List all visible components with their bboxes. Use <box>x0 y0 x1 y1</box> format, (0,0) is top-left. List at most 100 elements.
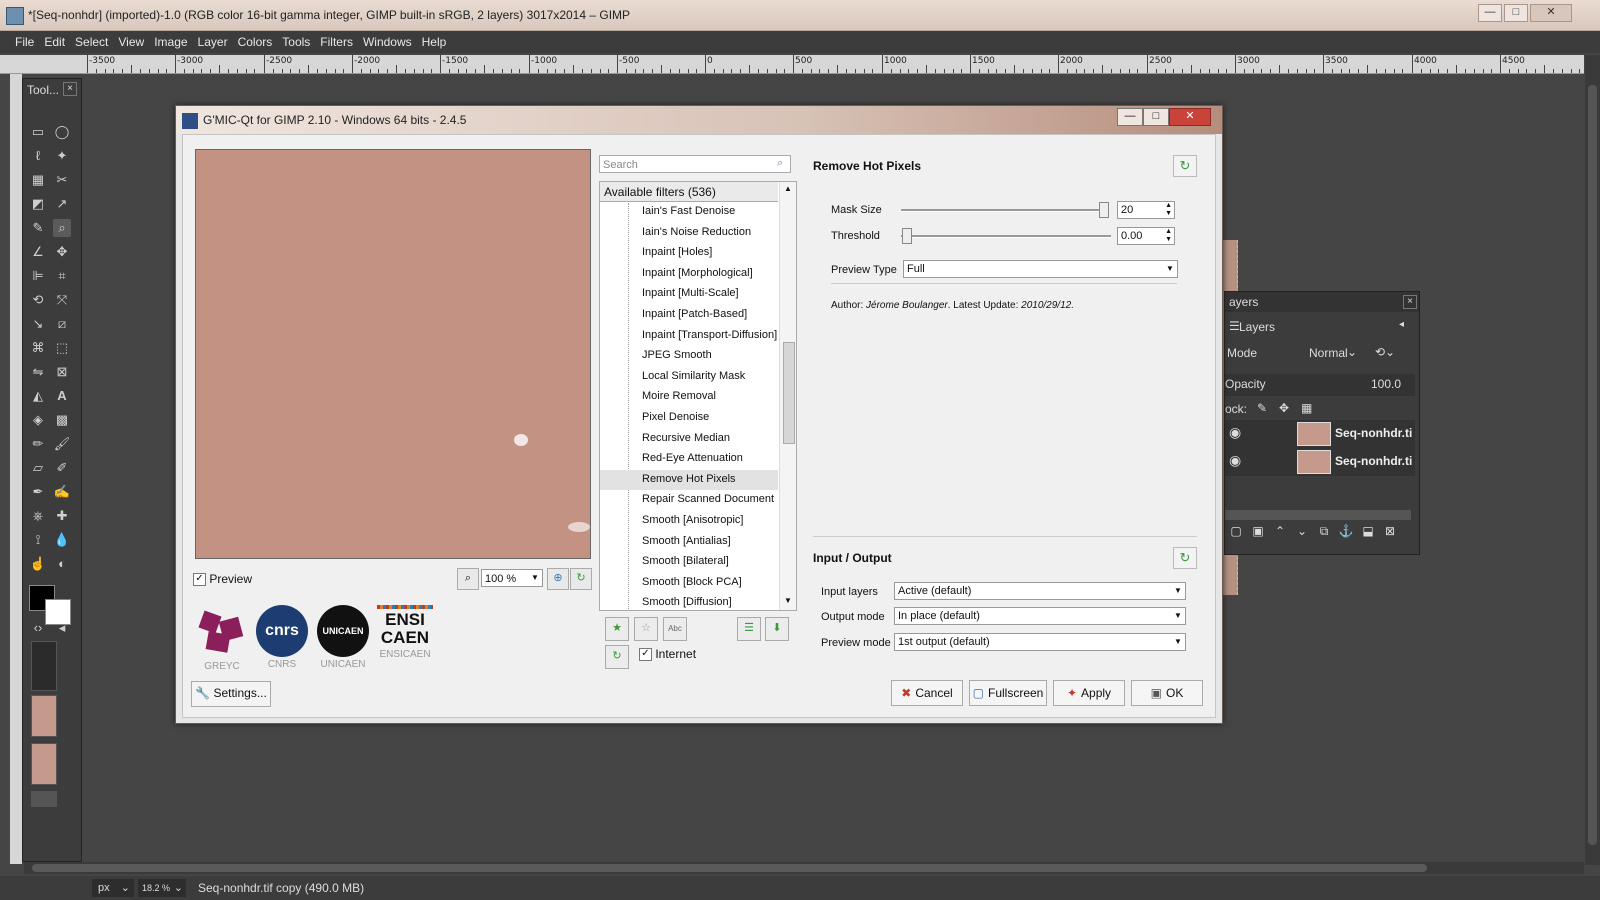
new-layer-icon[interactable]: ▢ <box>1225 524 1247 538</box>
raise-layer-icon[interactable]: ⌃ <box>1269 524 1291 538</box>
paintbrush-icon[interactable]: 🖌 <box>53 435 71 453</box>
threshold-spinbox[interactable]: 0.00 ▲ ▼ <box>1117 227 1175 245</box>
duplicate-layer-icon[interactable]: ⧉ <box>1313 524 1335 539</box>
filter-list-item[interactable]: Inpaint [Holes] <box>642 246 712 258</box>
cage-transform-icon[interactable]: ⌘ <box>29 339 47 357</box>
filter-list-item[interactable]: Smooth [Antialias] <box>642 535 731 547</box>
gradient-icon[interactable]: ▩ <box>53 411 71 429</box>
opacity-row[interactable]: Opacity 100.0 <box>1225 374 1415 396</box>
menu-filters[interactable]: Filters <box>315 31 358 49</box>
menu-select[interactable]: Select <box>70 31 113 49</box>
dock-menu-icon[interactable]: ◂ <box>1399 319 1404 330</box>
zoom-level-select[interactable]: 18.2 % ⌄ <box>138 879 186 897</box>
smudge-icon[interactable]: ☝ <box>29 555 47 573</box>
clone-icon[interactable]: ⎈ <box>29 507 47 525</box>
layer-row[interactable]: ◉ Seq-nonhdr.ti <box>1225 420 1415 448</box>
image-well[interactable] <box>31 791 57 807</box>
lock-position-icon[interactable]: ✥ <box>1279 401 1289 415</box>
layers-dock-close-icon[interactable]: × <box>1403 295 1417 309</box>
filter-list-item[interactable]: Iain's Fast Denoise <box>642 205 735 217</box>
zoom-in-icon[interactable]: ⊕ <box>547 568 569 590</box>
gmic-maximize-button[interactable]: □ <box>1143 108 1169 126</box>
lower-layer-icon[interactable]: ⌄ <box>1291 524 1313 538</box>
threshold-slider-handle[interactable] <box>902 228 912 244</box>
menu-image[interactable]: Image <box>149 31 192 49</box>
lock-alpha-icon[interactable]: ▦ <box>1301 401 1312 415</box>
opacity-value[interactable]: 100.0 <box>1371 377 1401 391</box>
threshold-slider[interactable] <box>901 235 1111 238</box>
visibility-eye-icon[interactable]: ◉ <box>1229 424 1249 441</box>
layer-name[interactable]: Seq-nonhdr.ti <box>1335 426 1412 440</box>
gmic-minimize-button[interactable]: — <box>1117 108 1143 126</box>
code-icon[interactable]: ‹› <box>29 619 47 637</box>
filter-list-item[interactable]: JPEG Smooth <box>642 349 712 361</box>
spin-arrows-icon[interactable]: ▲ ▼ <box>1165 202 1172 218</box>
add-favorite-icon[interactable]: ★ <box>605 617 629 641</box>
filter-list-item[interactable]: Smooth [Diffusion] <box>642 596 732 608</box>
filter-list-item[interactable]: Inpaint [Patch-Based] <box>642 308 747 320</box>
remove-favorite-icon[interactable]: ☆ <box>634 617 658 641</box>
gradient-well[interactable] <box>31 743 57 785</box>
flip-icon[interactable]: ⇋ <box>29 363 47 381</box>
toolbox-close-icon[interactable]: × <box>63 82 77 96</box>
mask-size-slider-handle[interactable] <box>1099 202 1109 218</box>
shear-icon[interactable]: ⧄ <box>53 315 71 333</box>
ellipse-select-icon[interactable]: ◯ <box>53 123 71 141</box>
filter-list-item[interactable]: Red-Eye Attenuation <box>642 452 743 464</box>
internet-checkbox[interactable]: ✓ Internet <box>639 647 696 662</box>
layer-row[interactable]: ◉ Seq-nonhdr.ti <box>1225 448 1415 476</box>
brush-well[interactable] <box>31 641 57 691</box>
menu-edit[interactable]: Edit <box>39 31 70 49</box>
filter-list-item[interactable]: Smooth [Bilateral] <box>642 555 729 567</box>
reset-params-icon[interactable]: ↻ <box>1173 155 1197 177</box>
bucket-fill-icon[interactable]: ◭ <box>29 387 47 405</box>
preview-type-select[interactable]: Full ▼ <box>903 260 1178 278</box>
settings-button[interactable]: 🔧 Settings... <box>191 681 271 707</box>
select-by-color-icon[interactable]: ▦ <box>29 171 47 189</box>
vertical-scrollbar[interactable] <box>1585 55 1600 865</box>
foreground-select-icon[interactable]: ◩ <box>29 195 47 213</box>
fuzzy-select-icon[interactable]: ✦ <box>53 147 71 165</box>
lock-pixels-icon[interactable]: ✎ <box>1257 401 1267 415</box>
filter-list-item[interactable]: Iain's Noise Reduction <box>642 226 751 238</box>
filter-list-item[interactable]: Moire Removal <box>642 390 716 402</box>
cancel-button[interactable]: ✖ Cancel <box>891 680 963 706</box>
filter-search-input[interactable]: Search <box>599 155 791 173</box>
dock-menu-icon[interactable]: ◂ <box>53 619 71 637</box>
output-mode-select[interactable]: In place (default) ▼ <box>894 607 1186 625</box>
horizontal-scroll-thumb[interactable] <box>32 864 1427 872</box>
vertical-ruler[interactable] <box>10 74 22 864</box>
scale-icon[interactable]: ⊠ <box>53 363 71 381</box>
checkbox-icon[interactable]: ✓ <box>193 573 206 587</box>
menu-help[interactable]: Help <box>417 31 452 49</box>
filter-list-item[interactable]: Repair Scanned Document <box>642 493 774 505</box>
zoom-icon[interactable]: ⌕ <box>53 219 71 237</box>
menu-view[interactable]: View <box>113 31 149 49</box>
layer-name[interactable]: Seq-nonhdr.ti <box>1335 454 1412 468</box>
preview-mode-select[interactable]: 1st output (default) ▼ <box>894 633 1186 651</box>
filters-header[interactable]: Available filters (536) <box>600 182 778 202</box>
new-group-icon[interactable]: ▣ <box>1247 524 1269 538</box>
horizontal-scrollbar[interactable] <box>24 862 1584 874</box>
maximize-button[interactable]: □ <box>1504 4 1528 22</box>
blur-icon[interactable]: 💧 <box>53 531 71 549</box>
warp-transform-icon[interactable]: ⤧ <box>53 291 71 309</box>
expand-collapse-icon[interactable]: ⬇ <box>765 617 789 641</box>
eraser-icon[interactable]: ▱ <box>29 459 47 477</box>
vertical-scroll-thumb[interactable] <box>1588 85 1597 845</box>
align-icon[interactable]: ⊫ <box>29 267 47 285</box>
toggle-visibility-icon[interactable]: ☰ <box>737 617 761 641</box>
rename-favorite-icon[interactable]: Abc <box>663 617 687 641</box>
filter-list-item[interactable]: Smooth [Anisotropic] <box>642 514 744 526</box>
filter-list-item[interactable]: Remove Hot Pixels <box>642 473 736 485</box>
mypaint-brush-icon[interactable]: ✍ <box>53 483 71 501</box>
filter-list-item[interactable]: Pixel Denoise <box>642 411 709 423</box>
spin-arrows-icon[interactable]: ▲ ▼ <box>1165 228 1172 244</box>
gmic-close-button[interactable]: ✕ <box>1169 108 1211 126</box>
free-select-icon[interactable]: ℓ <box>29 147 47 165</box>
delete-layer-icon[interactable]: ⊠ <box>1379 524 1401 538</box>
chevron-down-icon[interactable]: ⌄ <box>1347 345 1357 359</box>
fullscreen-button[interactable]: ▢ Fullscreen <box>969 680 1047 706</box>
text-tool-icon[interactable]: A <box>53 387 71 405</box>
perspective-icon[interactable]: ⬚ <box>53 339 71 357</box>
